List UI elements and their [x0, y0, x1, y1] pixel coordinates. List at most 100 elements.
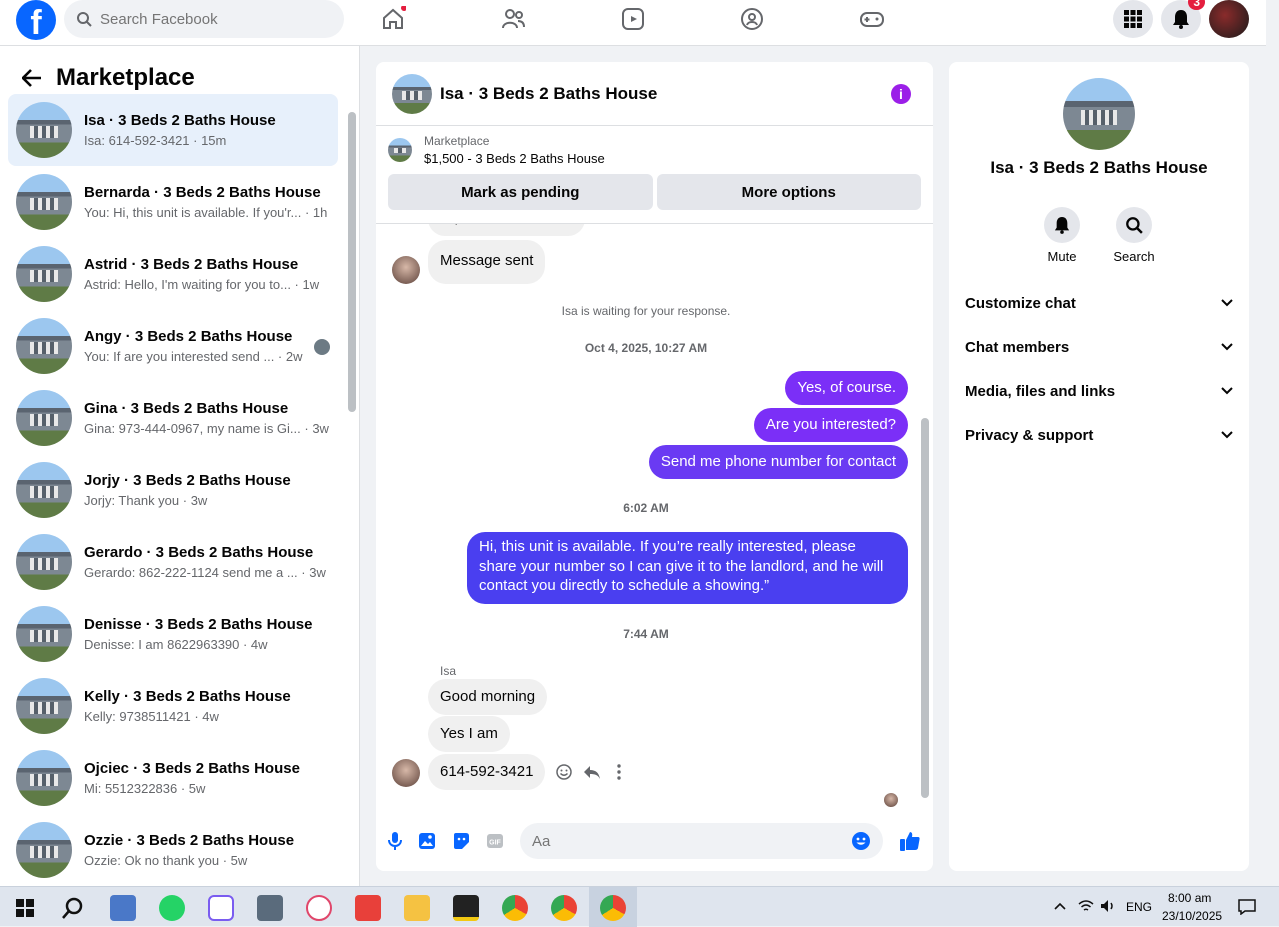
- anydesk-icon[interactable]: [355, 895, 381, 921]
- chrome-icon[interactable]: [502, 895, 528, 921]
- message-bubble-incoming[interactable]: Good morning: [428, 679, 548, 715]
- details-name: Isa · 3 Beds 2 Baths House: [990, 158, 1208, 177]
- conversation-name: Ozzie · 3 Beds 2 Baths House: [84, 832, 295, 849]
- mark-pending-button[interactable]: Mark as pending: [388, 174, 653, 210]
- app-icon[interactable]: [208, 895, 234, 921]
- microphone-icon[interactable]: [388, 831, 402, 851]
- search-label: Search: [1113, 249, 1155, 264]
- conversation-item[interactable]: Bernarda · 3 Beds 2 Baths House You: Hi, …: [8, 166, 338, 238]
- chat-scrollbar[interactable]: [921, 228, 929, 808]
- section-label: Customize chat: [965, 294, 1076, 312]
- taskbar-search-icon[interactable]: [62, 897, 84, 919]
- home-icon[interactable]: [380, 6, 406, 32]
- sticky-notes-icon[interactable]: [453, 895, 479, 921]
- privacy-support-section[interactable]: Privacy & support: [965, 413, 1233, 457]
- menu-button[interactable]: [1113, 0, 1153, 38]
- photo-icon[interactable]: [418, 832, 436, 850]
- conversation-preview: Ozzie: Ok no thank you · 5w: [84, 853, 248, 868]
- network-icon[interactable]: [1078, 899, 1094, 913]
- message-bubble-incoming[interactable]: 614-592-3421: [428, 754, 546, 790]
- clock-date[interactable]: 23/10/2025: [1162, 909, 1222, 923]
- chevron-down-icon: [1221, 431, 1233, 439]
- thumbs-up-icon[interactable]: [899, 830, 921, 852]
- calculator-icon[interactable]: [257, 895, 283, 921]
- page-scrollbar[interactable]: [1266, 0, 1279, 886]
- mute-button[interactable]: Mute: [1032, 207, 1092, 264]
- conversation-item[interactable]: Isa · 3 Beds 2 Baths House Isa: 614-592-3…: [8, 94, 338, 166]
- chrome-icon[interactable]: [551, 895, 577, 921]
- message-bubble-outgoing[interactable]: Hi, this unit is available. If you’re re…: [467, 532, 908, 604]
- listing-thumbnail[interactable]: [388, 138, 412, 162]
- notifications-button[interactable]: 3: [1161, 0, 1205, 38]
- windows-start-icon[interactable]: [16, 899, 34, 917]
- sender-name: Isa: [440, 664, 457, 678]
- conversation-item[interactable]: Denisse · 3 Beds 2 Baths House Denisse: I…: [8, 598, 338, 670]
- media-files-links-section[interactable]: Media, files and links: [965, 369, 1233, 413]
- clock-time[interactable]: 8:00 am: [1168, 891, 1211, 905]
- chat-panel: Isa · 3 Beds 2 Baths House i Marketplace…: [376, 62, 933, 871]
- listing-thumbnail: [16, 822, 72, 878]
- file-explorer-icon[interactable]: [404, 895, 430, 921]
- react-smiley-icon[interactable]: [556, 764, 572, 780]
- details-avatar[interactable]: [1063, 78, 1135, 150]
- back-arrow-icon[interactable]: [22, 69, 42, 87]
- sidebar-scrollbar[interactable]: [348, 98, 356, 878]
- more-actions-icon[interactable]: [616, 764, 622, 780]
- emoji-icon[interactable]: [851, 831, 871, 851]
- facebook-logo[interactable]: f: [16, 0, 56, 40]
- conversation-item[interactable]: Gina · 3 Beds 2 Baths House Gina: 973-444…: [8, 382, 338, 454]
- conversation-preview: Mi: 5512322836 · 5w: [84, 781, 206, 796]
- conversation-item[interactable]: Kelly · 3 Beds 2 Baths House Kelly: 97385…: [8, 670, 338, 742]
- listing-title[interactable]: $1,500 - 3 Beds 2 Baths House: [424, 151, 605, 166]
- message-input[interactable]: [532, 832, 792, 850]
- message-bubble-incoming[interactable]: Yes I am: [428, 716, 510, 752]
- info-icon[interactable]: i: [891, 84, 911, 104]
- search-box[interactable]: [64, 0, 344, 38]
- conversation-list: Isa · 3 Beds 2 Baths House Isa: 614-592-3…: [8, 94, 338, 886]
- mute-label: Mute: [1047, 249, 1077, 264]
- search-conversation-button[interactable]: Search: [1104, 207, 1164, 264]
- notification-center-icon[interactable]: [1238, 899, 1256, 915]
- conversation-item[interactable]: Ozzie · 3 Beds 2 Baths House Ozzie: Ok no…: [8, 814, 338, 886]
- search-input[interactable]: [100, 10, 320, 28]
- conversation-item[interactable]: Jorjy · 3 Beds 2 Baths House Jorjy: Thank…: [8, 454, 338, 526]
- conversation-item[interactable]: Gerardo · 3 Beds 2 Baths House Gerardo: 8…: [8, 526, 338, 598]
- seen-avatar: [314, 339, 330, 355]
- message-bubble-outgoing[interactable]: Yes, of course.: [785, 371, 908, 405]
- customize-chat-section[interactable]: Customize chat: [965, 281, 1233, 325]
- friends-icon[interactable]: [500, 6, 526, 32]
- whatsapp-icon[interactable]: [159, 895, 185, 921]
- snipping-tool-icon[interactable]: [306, 895, 332, 921]
- chat-avatar[interactable]: [392, 73, 432, 114]
- show-hidden-icons-chevron[interactable]: [1054, 902, 1066, 910]
- scrollbar-thumb[interactable]: [921, 418, 929, 798]
- sticker-icon[interactable]: [452, 832, 470, 850]
- conversation-item[interactable]: Astrid · 3 Beds 2 Baths House Astrid: Hel…: [8, 238, 338, 310]
- chat-title[interactable]: Isa · 3 Beds 2 Baths House: [440, 84, 657, 104]
- language-indicator[interactable]: ENG: [1126, 900, 1152, 914]
- video-icon[interactable]: [620, 6, 646, 32]
- chevron-down-icon: [1221, 299, 1233, 307]
- chat-members-section[interactable]: Chat members: [965, 325, 1233, 369]
- message-bubble-outgoing[interactable]: Are you interested?: [753, 408, 908, 442]
- message-composer: GIF: [376, 811, 933, 871]
- chrome-icon[interactable]: [600, 895, 626, 921]
- conversation-item[interactable]: Ojciec · 3 Beds 2 Baths House Mi: 5512322…: [8, 742, 338, 814]
- scrollbar-thumb[interactable]: [348, 112, 356, 412]
- message-bubble-incoming[interactable]: Message sent: [428, 240, 546, 284]
- top-navigation-bar: f 3: [0, 0, 1266, 46]
- contact-avatar[interactable]: [392, 256, 420, 284]
- message-bubble-incoming[interactable]: Hi, is this available?: [428, 224, 585, 236]
- message-input-box[interactable]: [520, 823, 883, 859]
- reply-icon[interactable]: [583, 764, 601, 780]
- message-bubble-outgoing[interactable]: Send me phone number for contact: [648, 445, 908, 479]
- profile-avatar[interactable]: [1209, 0, 1249, 38]
- more-options-button[interactable]: More options: [656, 174, 921, 210]
- gaming-icon[interactable]: [859, 6, 885, 32]
- contact-avatar[interactable]: [392, 759, 420, 787]
- volume-icon[interactable]: [1100, 899, 1116, 913]
- conversation-item[interactable]: Angy · 3 Beds 2 Baths House You: If are y…: [8, 310, 338, 382]
- gif-icon[interactable]: GIF: [486, 832, 504, 850]
- file-app-icon[interactable]: [110, 895, 136, 921]
- groups-icon[interactable]: [739, 6, 765, 32]
